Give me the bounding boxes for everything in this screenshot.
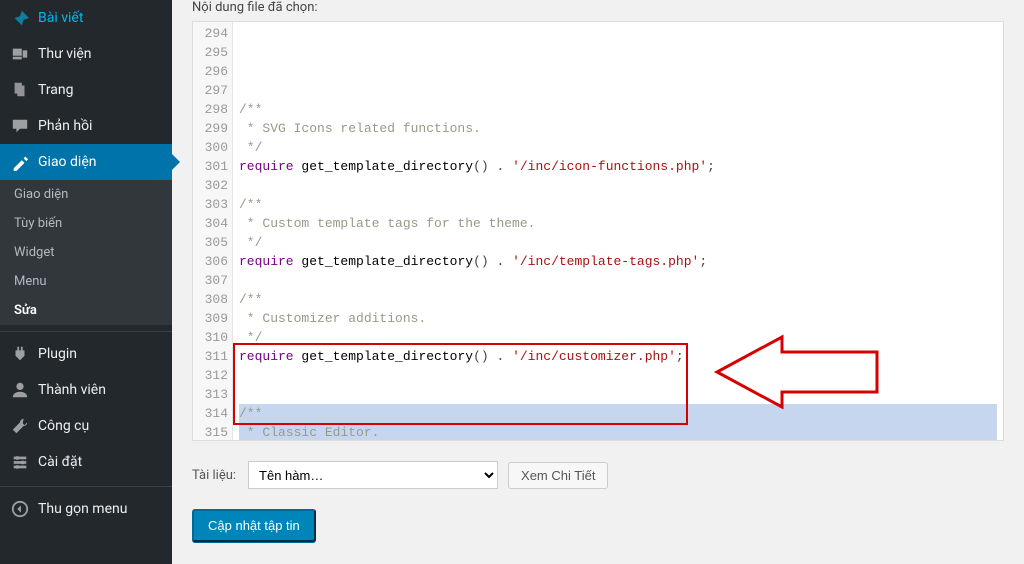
sidebar-item-tools[interactable]: Công cụ [0, 408, 172, 444]
code-line [239, 271, 997, 290]
sidebar-item-label: Thư viện [38, 46, 92, 62]
code-line: require get_template_directory() . '/inc… [239, 157, 997, 176]
function-select[interactable]: Tên hàm… [248, 461, 498, 489]
code-area[interactable]: /** * SVG Icons related functions. */req… [233, 22, 1003, 440]
sidebar-item-pages[interactable]: Trang [0, 72, 172, 108]
sidebar-item-plugins[interactable]: Plugin [0, 331, 172, 372]
submenu-item-themes[interactable]: Giao diện [0, 180, 172, 209]
main-content: Nội dung file đã chọn: 29429529629729829… [172, 0, 1024, 564]
sidebar-item-users[interactable]: Thành viên [0, 372, 172, 408]
code-line: */ [239, 328, 997, 347]
code-line: require get_template_directory() . '/inc… [239, 347, 997, 366]
submenu-item-customize[interactable]: Tùy biến [0, 209, 172, 238]
sidebar-item-label: Thành viên [38, 382, 106, 398]
sidebar-item-label: Cài đặt [38, 454, 82, 470]
media-icon [10, 44, 30, 64]
settings-icon [10, 452, 30, 472]
sidebar-item-appearance[interactable]: Giao diện [0, 144, 172, 180]
sidebar-submenu: Giao diện Tùy biến Widget Menu Sửa [0, 180, 172, 325]
code-line: * Customizer additions. [239, 309, 997, 328]
tools-icon [10, 416, 30, 436]
code-line: /** [239, 195, 997, 214]
sidebar-item-label: Phản hồi [38, 118, 92, 134]
sidebar-item-label: Trang [38, 82, 74, 98]
comments-icon [10, 116, 30, 136]
submenu-item-widgets[interactable]: Widget [0, 238, 172, 267]
appearance-icon [10, 152, 30, 172]
code-line: * Custom template tags for the theme. [239, 214, 997, 233]
section-label: Nội dung file đã chọn: [192, 0, 1004, 15]
sidebar-item-settings[interactable]: Cài đặt [0, 444, 172, 480]
submenu-item-editor[interactable]: Sửa [0, 296, 172, 325]
line-gutter: 2942952962972982993003013023033043053063… [193, 22, 233, 440]
code-line: /** [239, 290, 997, 309]
sidebar-item-label: Plugin [38, 346, 77, 362]
code-line: */ [239, 233, 997, 252]
docs-label: Tài liệu: [192, 468, 236, 483]
submenu-item-menus[interactable]: Menu [0, 267, 172, 296]
code-line [239, 81, 997, 100]
users-icon [10, 380, 30, 400]
update-file-button[interactable]: Cập nhật tập tin [192, 509, 316, 542]
code-line [239, 176, 997, 195]
admin-sidebar: Bài viết Thư viện Trang Phản hồi Giao di… [0, 0, 172, 564]
view-details-button[interactable]: Xem Chi Tiết [508, 462, 608, 489]
code-line: /** [239, 404, 997, 423]
code-line: * SVG Icons related functions. [239, 119, 997, 138]
code-editor[interactable]: 2942952962972982993003013023033043053063… [192, 21, 1004, 441]
code-line: */ [239, 138, 997, 157]
sidebar-collapse[interactable]: Thu gọn menu [0, 486, 172, 527]
sidebar-item-label: Thu gọn menu [38, 501, 127, 517]
code-line: require get_template_directory() . '/inc… [239, 252, 997, 271]
sidebar-item-label: Bài viết [38, 10, 83, 26]
plugin-icon [10, 344, 30, 364]
sidebar-item-posts[interactable]: Bài viết [0, 0, 172, 36]
code-line [239, 385, 997, 404]
code-line [239, 366, 997, 385]
code-line: * Classic Editor. [239, 423, 997, 441]
docs-controls: Tài liệu: Tên hàm… Xem Chi Tiết [192, 461, 1004, 489]
code-line: /** [239, 100, 997, 119]
sidebar-item-label: Giao diện [38, 154, 96, 170]
pages-icon [10, 80, 30, 100]
sidebar-item-comments[interactable]: Phản hồi [0, 108, 172, 144]
collapse-icon [10, 499, 30, 519]
sidebar-item-media[interactable]: Thư viện [0, 36, 172, 72]
pin-icon [10, 8, 30, 28]
sidebar-item-label: Công cụ [38, 418, 89, 434]
